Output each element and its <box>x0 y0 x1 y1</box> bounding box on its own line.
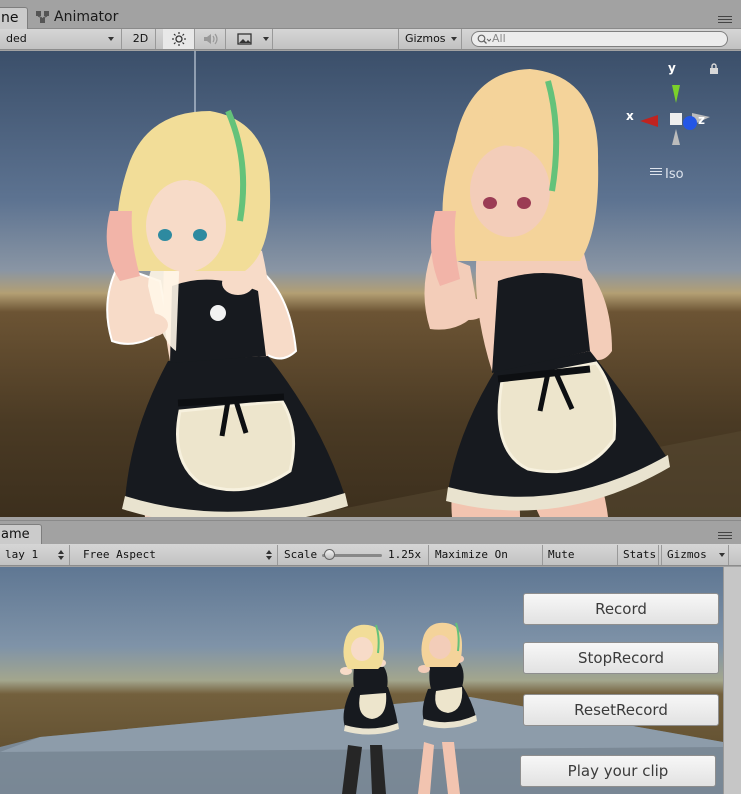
tab-animator-label: Animator <box>54 9 119 25</box>
game-view[interactable]: Record StopRecord ResetRecord Play your … <box>0 567 723 794</box>
tab-game-label: ame <box>1 527 30 542</box>
chevron-down-icon <box>451 37 457 41</box>
record-button[interactable]: Record <box>523 593 719 625</box>
reset-record-button[interactable]: ResetRecord <box>523 694 719 726</box>
game-gizmos-dropdown[interactable]: Gizmos <box>661 545 729 565</box>
tab-scene[interactable]: ne <box>0 7 28 29</box>
scene-tab-strip: ne Animator <box>0 0 741 29</box>
mute-audio-toggle[interactable]: Mute Audio <box>543 545 618 581</box>
game-view-scrollbar[interactable] <box>723 567 741 794</box>
axis-x-label: x <box>626 109 634 123</box>
stats-label: Stats <box>623 548 657 561</box>
toggle-2d-label: 2D <box>132 32 149 45</box>
menu-lines-icon <box>650 168 662 177</box>
scene-panel-menu-icon[interactable] <box>718 16 732 25</box>
reset-record-button-label: ResetRecord <box>574 701 668 719</box>
scene-search-placeholder: All <box>492 32 506 45</box>
speaker-icon <box>204 33 218 45</box>
chevron-down-icon <box>719 553 725 557</box>
stop-record-button[interactable]: StopRecord <box>523 642 719 674</box>
scene-toolbar: ded 2D Gizmos All <box>0 29 741 50</box>
animator-icon <box>36 9 50 30</box>
scene-lighting-toggle[interactable] <box>163 29 195 49</box>
scale-label: Scale <box>284 548 318 561</box>
maximize-on-play-toggle[interactable]: Maximize On Play <box>430 545 543 581</box>
aspect-value: Free Aspect <box>83 548 156 561</box>
scene-view[interactable]: y x z Iso <box>0 51 741 517</box>
character-left <box>106 109 348 517</box>
sun-icon <box>172 32 186 46</box>
projection-label: Iso <box>665 167 684 182</box>
chevron-down-icon <box>263 37 269 41</box>
scale-value: 1.25x <box>388 548 422 561</box>
game-panel-menu-icon[interactable] <box>718 532 732 541</box>
stats-toggle[interactable]: Stats <box>618 545 659 565</box>
shading-mode-value: ded <box>6 32 27 45</box>
image-icon <box>237 33 252 45</box>
play-clip-button-label: Play your clip <box>567 762 669 780</box>
aspect-dropdown[interactable]: Free Aspect <box>78 545 278 565</box>
display-value: lay 1 <box>5 548 39 561</box>
record-button-label: Record <box>595 600 647 618</box>
scene-search-input[interactable]: All <box>471 31 728 47</box>
axis-y-label: y <box>668 61 676 75</box>
toggle-2d-button[interactable]: 2D <box>126 29 156 49</box>
game-toolbar: lay 1 Free Aspect Scale 1.25x Maximize O… <box>0 544 741 581</box>
axis-gizmo-icon <box>640 85 710 145</box>
game-gizmos-label: Gizmos <box>667 548 707 561</box>
updown-icon <box>58 550 64 560</box>
projection-toggle[interactable]: Iso <box>650 167 684 182</box>
updown-icon <box>266 550 272 560</box>
display-dropdown[interactable]: lay 1 <box>0 545 70 565</box>
axis-z-label: z <box>698 113 705 127</box>
tab-game[interactable]: ame <box>0 524 42 545</box>
lock-icon[interactable] <box>708 63 720 78</box>
tab-animator[interactable]: Animator <box>30 7 124 29</box>
scene-effects-dropdown[interactable] <box>230 29 273 49</box>
play-clip-button[interactable]: Play your clip <box>520 755 716 787</box>
scene-gizmos-dropdown[interactable]: Gizmos <box>398 29 462 49</box>
search-icon <box>477 34 491 44</box>
game-tab-strip: ame <box>0 520 741 545</box>
scene-gizmos-label: Gizmos <box>405 32 446 45</box>
shading-mode-dropdown[interactable]: ded <box>0 29 122 49</box>
scene-audio-toggle[interactable] <box>196 29 226 49</box>
stop-record-button-label: StopRecord <box>578 649 664 667</box>
chevron-down-icon <box>108 37 114 41</box>
tab-scene-label: ne <box>1 10 19 26</box>
orientation-gizmo[interactable]: y x z <box>626 59 720 169</box>
